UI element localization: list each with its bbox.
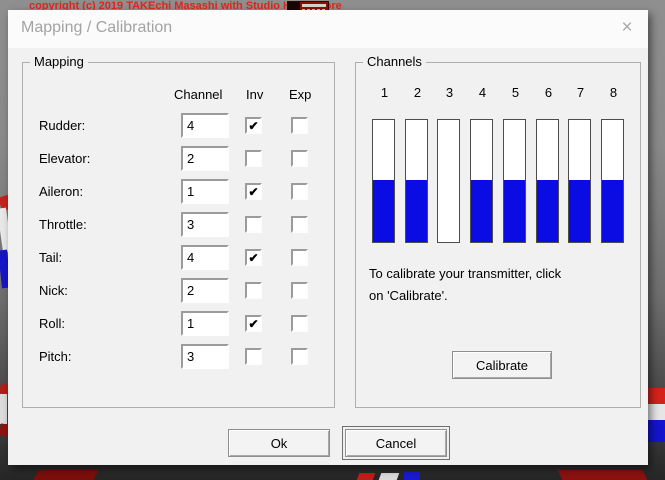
inv-checkbox[interactable]: ✔ — [245, 117, 262, 134]
mapping-calibration-dialog: Mapping / Calibration × Mapping Channel … — [8, 10, 648, 465]
channel-number-label: 2 — [401, 85, 434, 100]
channels-legend: Channels — [363, 54, 426, 69]
channel-level-bar — [601, 119, 624, 243]
inv-checkbox[interactable] — [245, 216, 262, 233]
mapping-row: Throttle: — [23, 212, 334, 238]
flag-fragment — [379, 473, 400, 480]
mapping-row: Nick: — [23, 278, 334, 304]
channel-level-bar — [503, 119, 526, 243]
flag-fragment — [0, 394, 7, 424]
channel-number-label: 5 — [499, 85, 532, 100]
channel-level-bar — [470, 119, 493, 243]
inv-column-header: Inv — [246, 87, 263, 102]
channel-input[interactable] — [181, 113, 229, 138]
channel-level-fill — [537, 180, 558, 242]
exp-checkbox[interactable] — [291, 216, 308, 233]
channel-level-bar — [405, 119, 428, 243]
mapping-groupbox: Mapping Channel Inv Exp Rudder:✔Elevator… — [22, 62, 335, 408]
inv-checkbox[interactable]: ✔ — [245, 249, 262, 266]
mapping-row-label: Nick: — [39, 283, 68, 298]
channel-input[interactable] — [181, 278, 229, 303]
channel-level-fill — [471, 180, 492, 242]
exp-checkbox[interactable] — [291, 117, 308, 134]
mapping-legend: Mapping — [30, 54, 88, 69]
channel-level-bar — [568, 119, 591, 243]
calibrate-instruction-line2: on 'Calibrate'. — [369, 288, 448, 303]
channel-input[interactable] — [181, 245, 229, 270]
channel-level-fill — [373, 180, 394, 242]
channel-number-label: 4 — [466, 85, 499, 100]
dialog-titlebar: Mapping / Calibration × — [8, 10, 648, 48]
channel-number-label: 6 — [532, 85, 565, 100]
mapping-row: Rudder: ✔ — [23, 113, 334, 139]
mapping-row: Elevator: — [23, 146, 334, 172]
channel-input[interactable] — [181, 311, 229, 336]
channel-number-label: 8 — [597, 85, 630, 100]
channel-level-fill — [569, 180, 590, 242]
cancel-button[interactable]: Cancel — [345, 429, 447, 457]
channel-bar-cell: 6 — [532, 85, 565, 249]
channel-number-label: 3 — [433, 85, 466, 100]
exp-checkbox[interactable] — [291, 150, 308, 167]
flag-fragment — [648, 404, 665, 420]
flag-fragment — [357, 473, 376, 480]
flag-fragment — [648, 388, 665, 404]
flag-fragment — [33, 470, 99, 480]
channel-bar-cell: 5 — [499, 85, 532, 249]
channel-bar-cell: 3 — [433, 85, 466, 249]
mapping-row: Pitch: — [23, 344, 334, 370]
mapping-row: Tail: ✔ — [23, 245, 334, 271]
inv-checkbox[interactable] — [245, 150, 262, 167]
channel-input[interactable] — [181, 179, 229, 204]
ok-button[interactable]: Ok — [228, 429, 330, 457]
channels-groupbox: Channels 12345678 To calibrate your tran… — [355, 62, 641, 408]
dialog-title: Mapping / Calibration — [21, 19, 172, 37]
calibrate-button[interactable]: Calibrate — [452, 351, 552, 379]
exp-checkbox[interactable] — [291, 282, 308, 299]
close-icon[interactable]: × — [610, 12, 644, 44]
mapping-row-label: Elevator: — [39, 151, 90, 166]
channel-bar-cell: 4 — [466, 85, 499, 249]
mapping-row-label: Pitch: — [39, 349, 72, 364]
channel-bar-cell: 1 — [368, 85, 401, 249]
channel-level-bar — [536, 119, 559, 243]
mapping-column-headers: Channel Inv Exp — [23, 87, 334, 103]
channel-input[interactable] — [181, 146, 229, 171]
channel-input[interactable] — [181, 344, 229, 369]
exp-checkbox[interactable] — [291, 348, 308, 365]
mapping-row-label: Roll: — [39, 316, 65, 331]
channel-level-bar — [372, 119, 395, 243]
mapping-row-label: Throttle: — [39, 217, 87, 232]
exp-checkbox[interactable] — [291, 249, 308, 266]
mapping-row: Aileron: ✔ — [23, 179, 334, 205]
channel-bars: 12345678 — [368, 85, 632, 249]
channel-bar-cell: 7 — [564, 85, 597, 249]
channel-level-fill — [504, 180, 525, 242]
flag-fragment — [558, 470, 648, 480]
mapping-row: Roll: ✔ — [23, 311, 334, 337]
channel-bar-cell: 2 — [401, 85, 434, 249]
inv-checkbox[interactable] — [245, 348, 262, 365]
mapping-row-label: Aileron: — [39, 184, 83, 199]
inv-checkbox[interactable]: ✔ — [245, 183, 262, 200]
channel-number-label: 7 — [564, 85, 597, 100]
inv-checkbox[interactable] — [245, 282, 262, 299]
exp-checkbox[interactable] — [291, 183, 308, 200]
channel-level-bar — [437, 119, 460, 243]
exp-checkbox[interactable] — [291, 315, 308, 332]
channel-number-label: 1 — [368, 85, 401, 100]
channel-bar-cell: 8 — [597, 85, 630, 249]
channel-level-fill — [406, 180, 427, 242]
channel-column-header: Channel — [174, 87, 222, 102]
mapping-row-label: Rudder: — [39, 118, 85, 133]
exp-column-header: Exp — [289, 87, 311, 102]
flag-fragment — [648, 420, 665, 442]
flag-fragment — [404, 472, 420, 480]
channel-input[interactable] — [181, 212, 229, 237]
mapping-row-label: Tail: — [39, 250, 62, 265]
inv-checkbox[interactable]: ✔ — [245, 315, 262, 332]
calibrate-instruction-line1: To calibrate your transmitter, click — [369, 266, 561, 281]
channel-level-fill — [602, 180, 623, 242]
